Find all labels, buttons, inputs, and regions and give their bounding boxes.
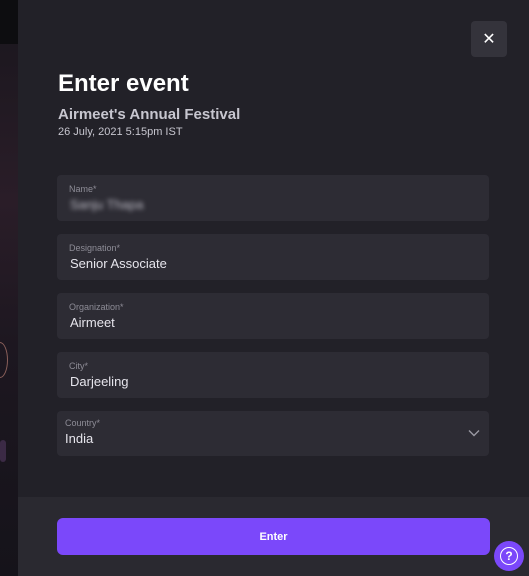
close-icon: ✕ (482, 31, 496, 48)
organization-value: Airmeet (70, 315, 115, 330)
background-decoration (0, 440, 6, 462)
designation-label: Designation* (69, 243, 121, 253)
enter-event-dialog: ✕ Enter event Airmeet's Annual Festival … (18, 0, 529, 576)
chevron-down-icon (468, 430, 480, 437)
dialog-title: Enter event (58, 70, 189, 97)
help-button[interactable]: ? (494, 541, 524, 571)
help-icon: ? (500, 547, 518, 565)
name-value: Sanju Thapa (70, 197, 144, 212)
enter-button[interactable]: Enter (57, 518, 490, 555)
dialog-footer: Enter (18, 497, 529, 576)
designation-value: Senior Associate (70, 256, 167, 271)
close-button[interactable]: ✕ (471, 21, 507, 57)
background-topbar (0, 0, 18, 44)
event-name: Airmeet's Annual Festival (58, 106, 241, 123)
background-decoration (0, 342, 8, 378)
name-label: Name* (69, 184, 97, 194)
name-field[interactable]: Name* Sanju Thapa (57, 175, 489, 221)
city-label: City* (69, 361, 89, 371)
organization-field[interactable]: Organization* Airmeet (57, 293, 489, 339)
country-label: Country* (65, 418, 101, 428)
country-select[interactable]: Country* India (57, 411, 489, 456)
designation-field[interactable]: Designation* Senior Associate (57, 234, 489, 280)
country-value: India (65, 431, 94, 446)
city-field[interactable]: City* Darjeeling (57, 352, 489, 398)
city-value: Darjeeling (70, 374, 129, 389)
event-date: 26 July, 2021 5:15pm IST (58, 126, 183, 138)
background-page (0, 0, 18, 576)
organization-label: Organization* (69, 302, 124, 312)
